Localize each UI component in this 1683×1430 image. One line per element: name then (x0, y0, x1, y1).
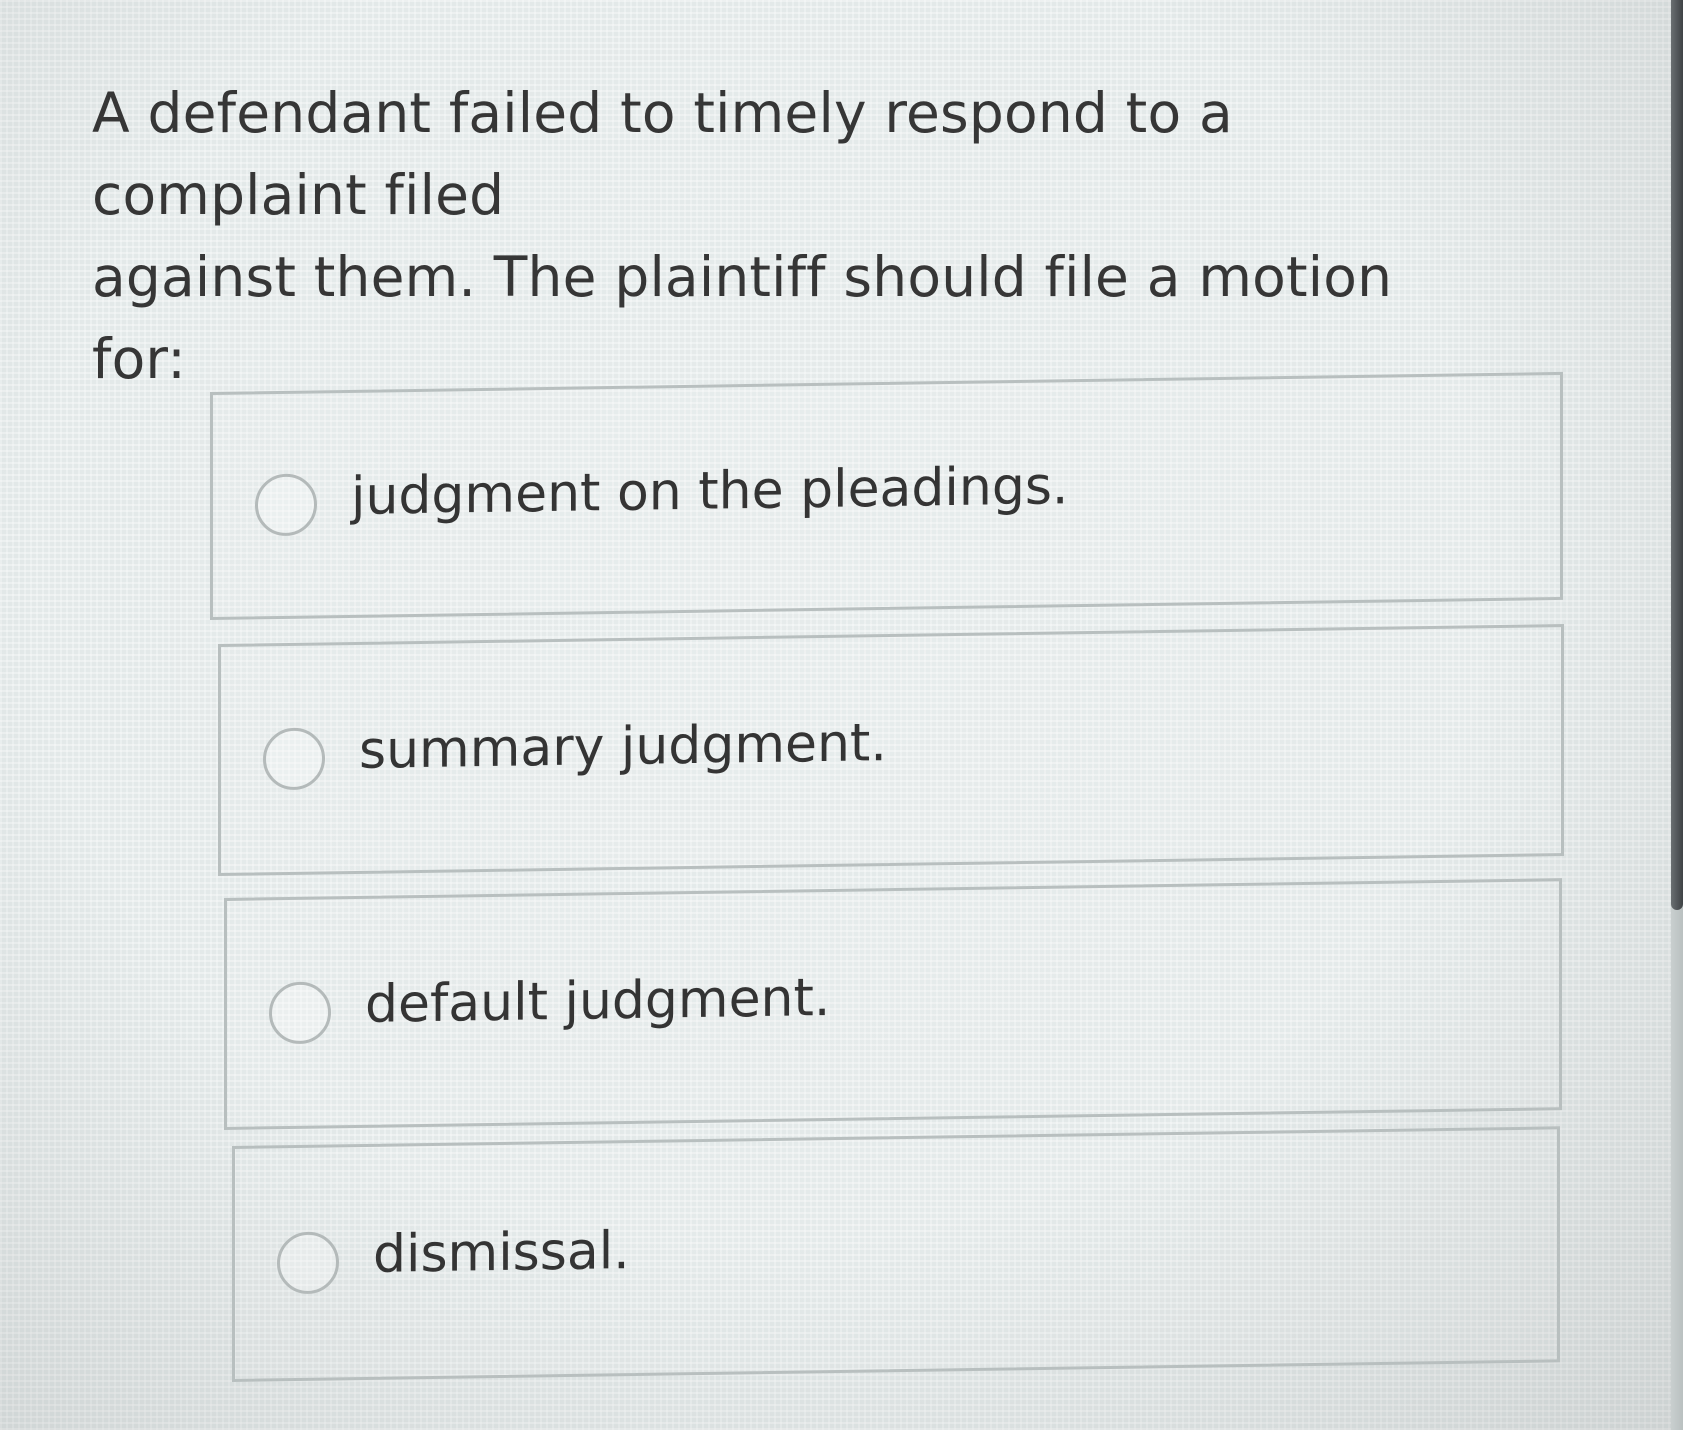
radio-button-icon[interactable] (263, 727, 325, 791)
scrollbar-thumb[interactable] (1671, 0, 1683, 910)
answer-options: judgment on the pleadings. summary judgm… (0, 0, 1683, 1430)
radio-button-icon[interactable] (277, 1231, 339, 1295)
answer-option-4[interactable]: dismissal. (232, 1126, 1560, 1382)
radio-button-icon[interactable] (255, 473, 317, 537)
answer-option-label: dismissal. (373, 1221, 630, 1285)
answer-option-label: judgment on the pleadings. (351, 456, 1069, 527)
radio-button-icon[interactable] (269, 981, 331, 1045)
scrollbar-track[interactable] (1671, 0, 1683, 1430)
answer-option-3[interactable]: default judgment. (224, 878, 1562, 1130)
answer-option-1[interactable]: judgment on the pleadings. (210, 371, 1563, 620)
answer-option-2[interactable]: summary judgment. (218, 624, 1564, 876)
answer-option-label: default judgment. (365, 968, 831, 1035)
answer-option-label: summary judgment. (359, 713, 887, 781)
